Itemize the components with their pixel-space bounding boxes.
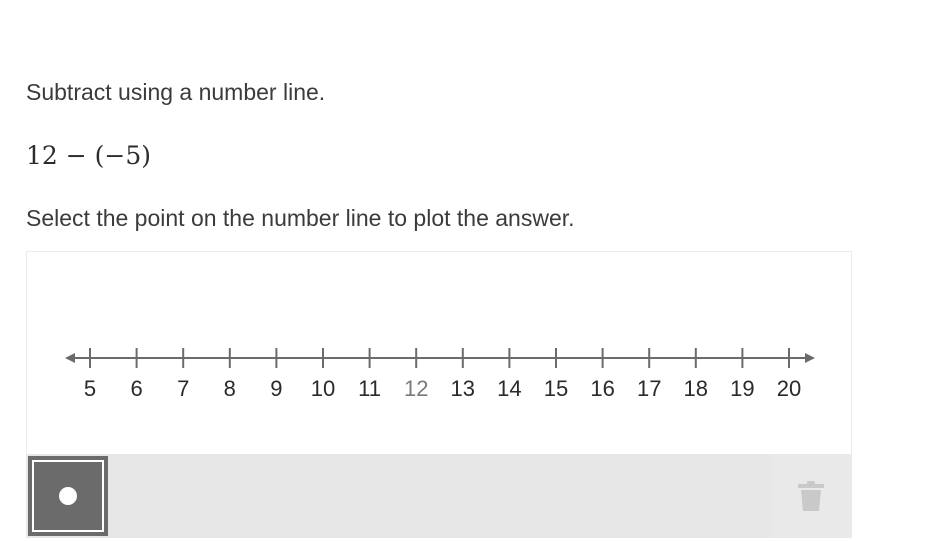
number-line-graph[interactable]: 5 6 7 8 9 10 11 12 13 14 15 16 17 18 19 20 xyxy=(27,252,851,452)
tick-label: 6 xyxy=(130,376,142,401)
graph-toolbar xyxy=(27,454,851,538)
tick-label: 10 xyxy=(311,376,335,401)
filled-circle-icon xyxy=(59,487,77,505)
right-arrow-icon xyxy=(805,353,815,363)
tick-label: 14 xyxy=(497,376,521,401)
tick-label: 9 xyxy=(270,376,282,401)
number-line-panel: 5 6 7 8 9 10 11 12 13 14 15 16 17 18 19 20 xyxy=(26,251,852,538)
tick-label: 12 xyxy=(404,376,428,401)
tick-label: 11 xyxy=(358,376,381,401)
question-instruction: Select the point on the number line to p… xyxy=(26,205,575,231)
tick-label: 13 xyxy=(451,376,475,401)
question-prompt: Subtract using a number line. xyxy=(26,79,326,105)
math-expression: 12 − (−5) xyxy=(26,141,152,170)
tick-label: 20 xyxy=(777,376,801,401)
delete-button[interactable] xyxy=(771,454,851,538)
tick-label: 5 xyxy=(84,376,96,401)
tick-label: 16 xyxy=(590,376,614,401)
trash-icon xyxy=(798,481,824,511)
left-arrow-icon xyxy=(65,353,75,363)
tick-label: 8 xyxy=(224,376,236,401)
tick-label: 19 xyxy=(730,376,754,401)
tick-label: 18 xyxy=(684,376,708,401)
tick-label: 17 xyxy=(637,376,661,401)
tick-label: 15 xyxy=(544,376,568,401)
tick-label: 7 xyxy=(177,376,189,401)
point-tool-button[interactable] xyxy=(28,456,108,536)
